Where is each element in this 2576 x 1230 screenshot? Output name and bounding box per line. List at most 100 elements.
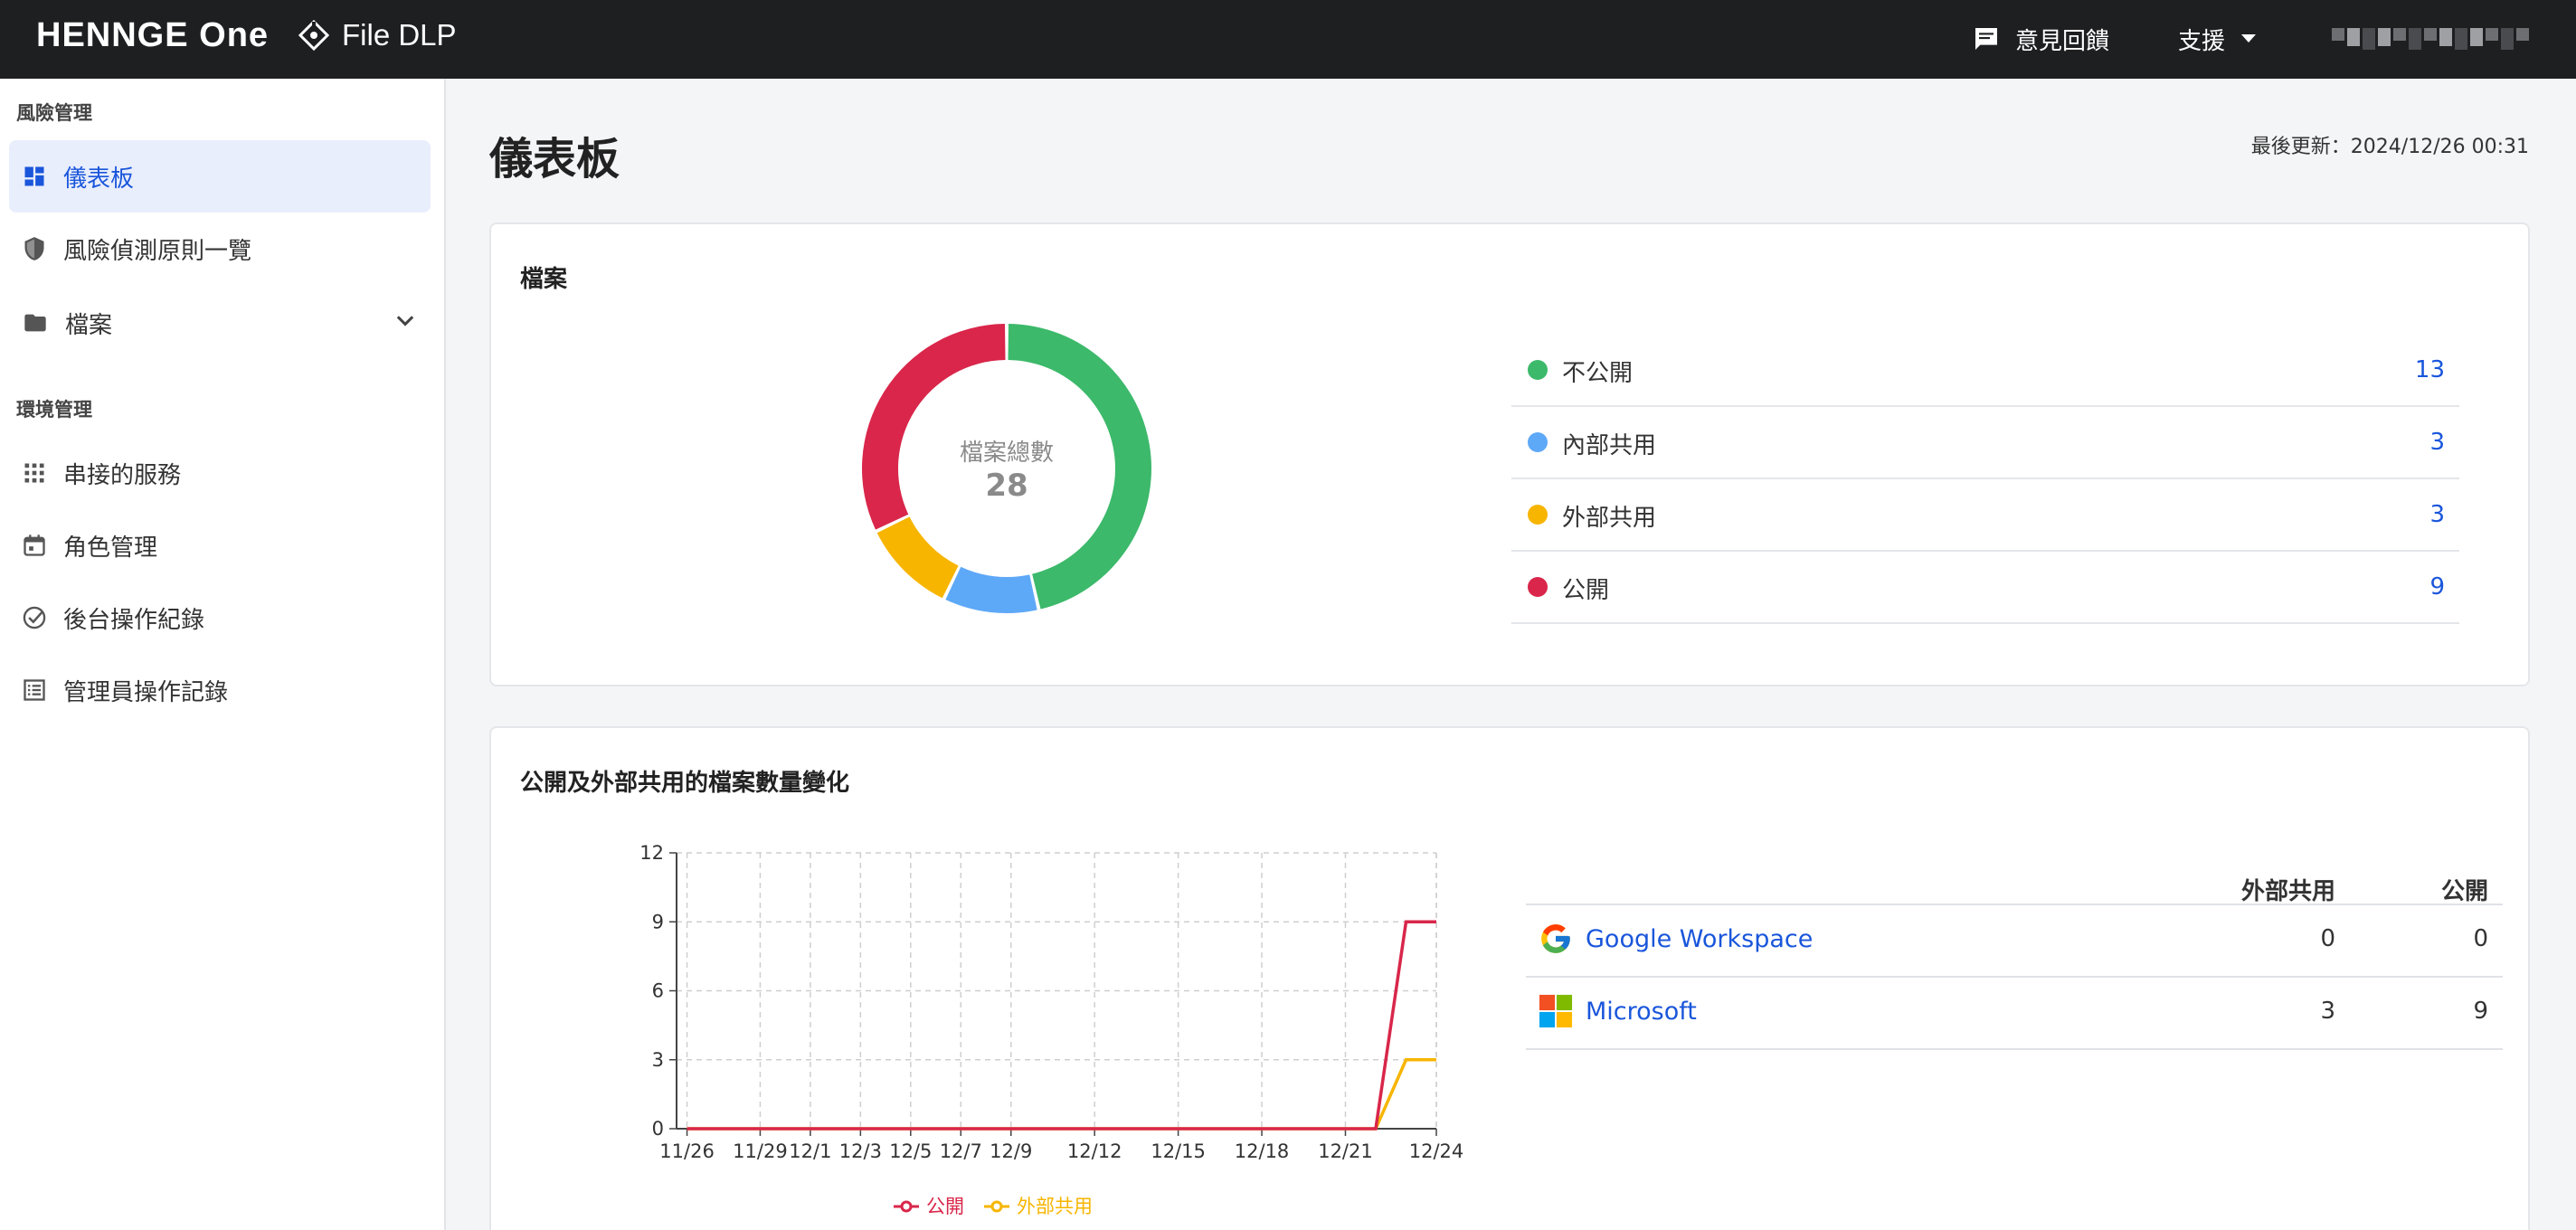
- y-tick-label: 0: [652, 1118, 664, 1140]
- category-name: 外部共用: [1562, 505, 1657, 532]
- shield-icon: [24, 237, 44, 260]
- table-row-google: Google Workspace 0 0: [1526, 905, 2503, 978]
- x-tick-label: 11/29: [733, 1140, 788, 1162]
- sidebar-item-connected-services[interactable]: 串接的服務: [9, 437, 431, 509]
- status-dot: [1528, 505, 1548, 525]
- brand-logo[interactable]: HENNGE One: [36, 16, 269, 55]
- user-account-blurred: [2332, 28, 2529, 50]
- x-tick-label: 12/21: [1318, 1140, 1373, 1162]
- legend-label[interactable]: 公開: [926, 1196, 964, 1217]
- x-tick-label: 12/15: [1151, 1140, 1206, 1162]
- google-icon: [1541, 924, 1570, 953]
- product-switcher[interactable]: File DLP: [298, 18, 457, 52]
- sidebar-item-label: 檔案: [65, 311, 113, 339]
- sidebar: 風險管理 儀表板 風險偵測原則一覽 檔案 環境管理 串接的服務 角色管理 後台操…: [0, 79, 446, 1230]
- x-tick-label: 12/7: [940, 1140, 982, 1162]
- donut-center-label: 檔案總數: [959, 439, 1054, 467]
- donut-total: 28: [985, 467, 1028, 504]
- caret-down-icon: [2241, 34, 2257, 43]
- feedback-icon: [1975, 28, 1997, 50]
- chevron-down-icon[interactable]: [393, 308, 418, 334]
- table-row-microsoft: Microsoft 3 9: [1526, 978, 2503, 1050]
- sidebar-item-label: 儀表板: [63, 165, 135, 193]
- x-tick-label: 12/24: [1409, 1140, 1464, 1162]
- user-menu[interactable]: [2332, 18, 2529, 60]
- product-name: File DLP: [342, 18, 457, 52]
- list-icon: [24, 679, 45, 701]
- sidebar-item-label: 後台操作紀錄: [63, 606, 205, 634]
- trend-card-title: 公開及外部共用的檔案數量變化: [520, 770, 850, 797]
- sidebar-item-backend-logs[interactable]: 後台操作紀錄: [9, 582, 431, 654]
- section-risk-management: 風險管理: [16, 102, 92, 124]
- category-row-private: 不公開 13: [1511, 335, 2459, 407]
- table-header: 外部共用 公開: [1526, 873, 2503, 905]
- support-label: 支援: [2178, 27, 2226, 55]
- last-updated: 最後更新：2024/12/26 00:31: [2250, 136, 2529, 158]
- sidebar-item-label: 串接的服務: [63, 461, 182, 489]
- public-count: 9: [2473, 998, 2488, 1025]
- x-tick-label: 12/12: [1067, 1140, 1122, 1162]
- microsoft-icon: [1539, 994, 1573, 1028]
- category-name: 內部共用: [1562, 432, 1657, 459]
- top-bar: HENNGE One File DLP 意見回饋 支援: [0, 0, 2576, 79]
- page-title: 儀表板: [489, 134, 620, 184]
- feedback-label: 意見回饋: [2015, 27, 2110, 55]
- trend-line-chart: 0 3 6 9 12 11/26 11/29 12/1 12/3 12/5 12/7 12/9 12/1…: [582, 826, 1486, 1230]
- provider-name-link[interactable]: Microsoft: [1586, 998, 1697, 1026]
- y-tick-label: 3: [652, 1049, 664, 1071]
- category-count-link[interactable]: 3: [2429, 429, 2445, 456]
- feedback-button[interactable]: 意見回饋: [1972, 18, 2109, 60]
- category-row-internal: 內部共用 3: [1511, 407, 2459, 479]
- grid-icon: [24, 463, 44, 483]
- trend-card: 公開及外部共用的檔案數量變化 0 3 6 9 12 11/26 11/29 12/1 12/3 1…: [489, 726, 2530, 1230]
- x-tick-label: 12/9: [990, 1140, 1032, 1162]
- folder-icon: [24, 314, 46, 332]
- legend-label[interactable]: 外部共用: [1017, 1196, 1093, 1217]
- status-dot: [1528, 360, 1548, 380]
- files-donut-chart: 檔案總數 28: [853, 315, 1160, 622]
- legend-marker: [900, 1200, 913, 1213]
- external-share-count: 0: [2320, 925, 2335, 952]
- category-name: 公開: [1562, 577, 1610, 604]
- legend-marker: [990, 1200, 1003, 1213]
- y-tick-label: 6: [652, 980, 664, 1002]
- dashboard-icon: [24, 166, 44, 186]
- column-header-external: 外部共用: [2240, 878, 2335, 905]
- sidebar-item-label: 管理員操作記錄: [63, 678, 229, 706]
- series-line-external: [687, 1058, 1436, 1131]
- sidebar-item-label: 風險偵測原則一覽: [63, 237, 252, 265]
- section-environment-management: 環境管理: [16, 399, 92, 421]
- files-card-title: 檔案: [520, 266, 568, 293]
- files-card: 檔案 檔案總數 28 不公開 13 內部共用 3 外部共用 3 公開 9: [489, 222, 2530, 686]
- donut-center: 檔案總數 28: [853, 315, 1160, 622]
- sidebar-item-role-management[interactable]: 角色管理: [9, 509, 431, 582]
- y-tick-label: 9: [652, 911, 664, 932]
- support-menu[interactable]: 支援: [2178, 18, 2257, 60]
- x-tick-label: 12/5: [889, 1140, 932, 1162]
- category-count-link[interactable]: 13: [2415, 356, 2445, 383]
- sidebar-item-dashboard[interactable]: 儀表板: [9, 140, 431, 213]
- sidebar-item-admin-logs[interactable]: 管理員操作記錄: [9, 654, 431, 726]
- category-count-link[interactable]: 9: [2429, 573, 2445, 601]
- sidebar-item-files[interactable]: 檔案: [9, 287, 431, 359]
- column-header-public: 公開: [2440, 878, 2488, 905]
- x-tick-label: 12/3: [839, 1140, 882, 1162]
- calendar-icon: [24, 535, 45, 556]
- series-line-public: [687, 920, 1436, 1131]
- public-count: 0: [2473, 925, 2488, 952]
- provider-name-link[interactable]: Google Workspace: [1586, 925, 1813, 953]
- x-tick-label: 12/1: [789, 1140, 831, 1162]
- external-share-count: 3: [2320, 998, 2335, 1025]
- status-dot: [1528, 577, 1548, 597]
- file-dlp-icon: [298, 20, 329, 51]
- y-tick-label: 12: [639, 842, 664, 864]
- x-tick-label: 12/18: [1235, 1140, 1290, 1162]
- category-row-external: 外部共用 3: [1511, 479, 2459, 552]
- category-count-link[interactable]: 3: [2429, 501, 2445, 528]
- x-tick-label: 11/26: [659, 1140, 715, 1162]
- category-name: 不公開: [1562, 360, 1634, 387]
- status-dot: [1528, 432, 1548, 452]
- category-row-public: 公開 9: [1511, 552, 2459, 624]
- files-category-list: 不公開 13 內部共用 3 外部共用 3 公開 9: [1511, 335, 2459, 624]
- sidebar-item-risk-policies[interactable]: 風險偵測原則一覽: [9, 213, 431, 285]
